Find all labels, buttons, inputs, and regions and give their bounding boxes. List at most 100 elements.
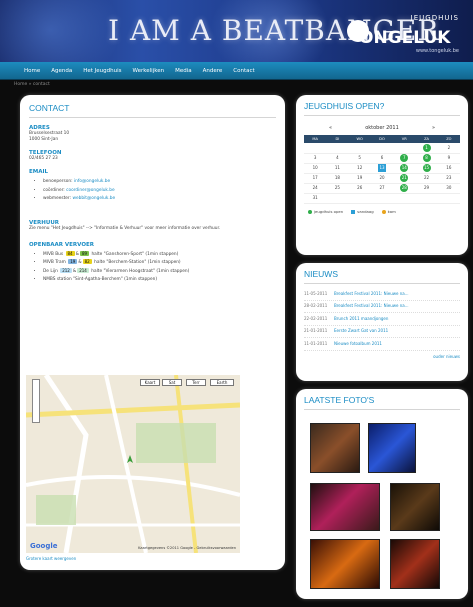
photo-thumbnail[interactable]: [310, 423, 360, 473]
calendar-day[interactable]: 13: [370, 163, 394, 174]
photo-thumbnail[interactable]: [310, 483, 380, 531]
calendar-weekday: WO: [348, 135, 371, 143]
nav-item-contact[interactable]: Contact: [233, 68, 254, 74]
calendar-day[interactable]: 31: [304, 193, 327, 204]
map-copyright: Kaartgegevens ©2011 Google - Gebruiksvoo…: [138, 546, 236, 550]
older-news-link[interactable]: ouder nieuws: [304, 354, 460, 359]
breadcrumb[interactable]: Home » contact: [14, 82, 50, 87]
calendar-day[interactable]: 18: [326, 173, 349, 184]
calendar-day[interactable]: 19: [348, 173, 371, 184]
calendar-weekday: ZA: [415, 135, 438, 143]
calendar-day[interactable]: 6: [370, 153, 394, 164]
calendar-weekday: DI: [326, 135, 349, 143]
calendar-day[interactable]: 28: [393, 183, 416, 194]
calendar-day[interactable]: 29: [415, 183, 438, 194]
calendar-day[interactable]: 15: [415, 163, 438, 174]
calendar-day[interactable]: 27: [370, 183, 394, 194]
calendar-day[interactable]: 17: [304, 173, 327, 184]
calendar-next-button[interactable]: »: [432, 125, 435, 131]
nav-item-andere[interactable]: Andere: [203, 68, 223, 74]
calendar-day[interactable]: 26: [348, 183, 371, 194]
address-line: 1000 Sint-Jan: [29, 137, 59, 142]
email-link[interactable]: coordiner@ongeluk.be: [66, 188, 115, 193]
calendar-day: [370, 143, 394, 154]
transport-heading: OPENBAAR VERVOER: [29, 241, 94, 248]
calendar-day[interactable]: 1: [415, 143, 438, 154]
calendar-weekday: DO: [370, 135, 394, 143]
nav-item-home[interactable]: Home: [24, 68, 40, 74]
calendar-day[interactable]: 7: [393, 153, 416, 164]
map-type-kaart[interactable]: Kaart: [140, 379, 160, 386]
calendar-day: [393, 143, 416, 154]
calendar-day[interactable]: 8: [415, 153, 438, 164]
legend-item: jeugdhuis open: [308, 209, 343, 214]
nav-item-het-jeugdhuis[interactable]: Het Jeugdhuis: [83, 68, 121, 74]
email-link[interactable]: info@ongeluk.be: [74, 179, 110, 184]
calendar-day[interactable]: 22: [415, 173, 438, 184]
photo-thumbnail[interactable]: [368, 423, 416, 473]
calendar-day: [348, 193, 371, 204]
calendar-day[interactable]: 14: [393, 163, 416, 174]
news-item[interactable]: 11-01-2011 Nieuwe fotoalbum 2011: [304, 338, 460, 351]
line-badge: 19: [68, 259, 78, 264]
calendar-prev-button[interactable]: «: [329, 125, 332, 131]
email-link[interactable]: webbit@ongeluk.be: [72, 196, 115, 201]
map-zoom-control[interactable]: [32, 379, 40, 423]
line-badge: 212: [60, 267, 72, 273]
calendar-day[interactable]: 21: [393, 173, 416, 184]
news-item[interactable]: 22-02-2011 Brunch 2011 maandjongen: [304, 313, 460, 326]
photo-thumbnail[interactable]: [310, 539, 380, 589]
logo-url: www.tongeluk.be: [415, 48, 459, 54]
map-logo: Google: [30, 542, 58, 550]
calendar-weekday: MA: [304, 135, 327, 143]
photos-title: LAATSTE FOTO'S: [304, 395, 375, 405]
news-item[interactable]: 11-05-2011 Breakfest Festival 2011: Nieuw…: [304, 288, 460, 301]
calendar-day: [304, 143, 327, 154]
calendar-day: [437, 193, 460, 204]
nav-item-media[interactable]: Media: [175, 68, 192, 74]
calendar-day[interactable]: 5: [348, 153, 371, 164]
calendar-week: 10 11 12 13 14 15 16: [304, 163, 460, 174]
calendar-grid: MA DI WO DO VR ZA ZO 1 2 3 4 5 6 7 8 9 10 11 12 13 14 15 16 17…: [304, 135, 460, 204]
calendar-day[interactable]: 20: [370, 173, 394, 184]
calendar-weekday: ZO: [437, 135, 460, 143]
site-banner: I AM A BEATBANGER JEUGDHUIS ONGELUK www.…: [0, 0, 473, 62]
site-logo[interactable]: JEUGDHUIS ONGELUK www.tongeluk.be: [347, 8, 467, 56]
news-item[interactable]: 28-02-2011 Breakfest Festival 2011: Nieuw…: [304, 301, 460, 313]
calendar-day[interactable]: 25: [326, 183, 349, 194]
calendar-day[interactable]: 10: [304, 163, 327, 174]
legend-item: kam: [381, 209, 396, 214]
calendar-day[interactable]: 3: [304, 153, 327, 164]
map-link[interactable]: Grotere kaart weergeven: [26, 556, 76, 561]
news-item[interactable]: 21-01-2011 Eerste Zwart Gat van 2011: [304, 326, 460, 338]
nav-item-agenda[interactable]: Agenda: [51, 68, 72, 74]
calendar-day[interactable]: 23: [437, 173, 460, 184]
email-item: webmeester: webbit@ongeluk.be: [43, 195, 276, 204]
line-badge: 214: [77, 267, 89, 273]
map-type-earth[interactable]: Earth: [210, 379, 234, 386]
calendar-legend: jeugdhuis open vandaag kam: [304, 209, 460, 214]
calendar-day[interactable]: 16: [437, 163, 460, 174]
calendar-week: 24 25 26 27 28 29 30: [304, 183, 460, 194]
calendar-day[interactable]: 30: [437, 183, 460, 194]
rental-text: Zie menu "Het Jeugdhuis" --> "Informatie…: [29, 225, 221, 231]
page-title: CONTACT: [29, 103, 70, 113]
calendar-day[interactable]: 24: [304, 183, 327, 194]
calendar-day[interactable]: 11: [326, 163, 349, 174]
photo-thumbnail[interactable]: [390, 539, 440, 589]
email-item: benoeperson: info@ongeluk.be: [43, 178, 276, 187]
calendar-day[interactable]: 2: [437, 143, 460, 154]
map-type-sat[interactable]: Sat: [162, 379, 182, 386]
calendar-day[interactable]: 9: [437, 153, 460, 164]
location-map[interactable]: Kaart Sat Terr Earth Google Kaartgegeven…: [26, 375, 240, 553]
photo-thumbnail[interactable]: [390, 483, 440, 531]
main-nav: Home Agenda Het Jeugdhuis Werkelijken Me…: [0, 62, 473, 80]
phone-number: 02/465 27 23: [29, 156, 58, 161]
nav-item-werkelijken[interactable]: Werkelijken: [133, 68, 165, 74]
calendar-day: [348, 143, 371, 154]
calendar-day[interactable]: 4: [326, 153, 349, 164]
map-type-terr[interactable]: Terr: [186, 379, 206, 386]
calendar-nav: « oktober 2011 »: [304, 120, 460, 135]
calendar-day[interactable]: 12: [348, 163, 371, 174]
calendar-day: [326, 193, 349, 204]
